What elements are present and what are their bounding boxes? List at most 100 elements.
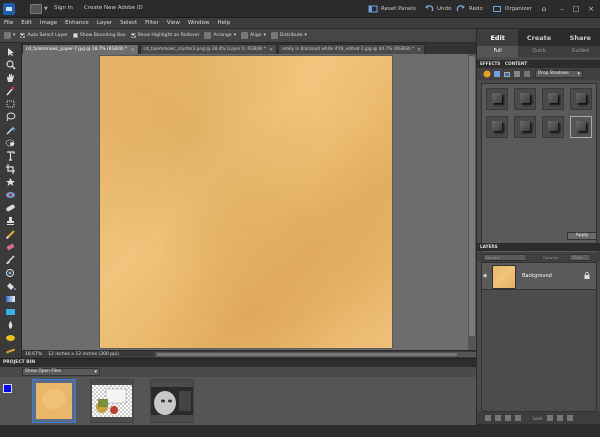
bin-thumbnail-cluster[interactable] bbox=[90, 379, 134, 423]
document-tab-cluster[interactable]: cd_talemmowc_cluster3.png @ 28.4% (Layer… bbox=[139, 44, 278, 54]
show-all-icon[interactable] bbox=[513, 70, 521, 78]
subtab-quick[interactable]: Quick bbox=[518, 46, 559, 57]
menu-layer[interactable]: Layer bbox=[97, 20, 112, 26]
bin-thumbnail-emily[interactable] bbox=[150, 379, 194, 423]
drop-shadow-swatch[interactable] bbox=[542, 88, 564, 110]
minimize-icon[interactable]: – bbox=[558, 5, 566, 13]
red-eye-tool-icon[interactable] bbox=[5, 190, 16, 200]
align-dropdown[interactable]: Align ▾ bbox=[241, 32, 266, 39]
effects-preset-icon[interactable] bbox=[523, 70, 531, 78]
bounding-box-option[interactable]: Show Bounding Box bbox=[72, 33, 126, 38]
tool-preset-picker[interactable]: ▾ bbox=[4, 32, 15, 39]
menu-view[interactable]: View bbox=[167, 20, 180, 26]
clone-stamp-tool-icon[interactable] bbox=[5, 216, 16, 226]
shape-tool-icon[interactable] bbox=[5, 307, 16, 317]
gradient-tool-icon[interactable] bbox=[5, 294, 16, 304]
horizontal-scrollbar[interactable] bbox=[155, 352, 476, 357]
menu-image[interactable]: Image bbox=[40, 20, 57, 26]
tab-create[interactable]: Create bbox=[518, 29, 559, 46]
maximize-icon[interactable]: □ bbox=[572, 5, 580, 13]
blur-tool-icon[interactable] bbox=[5, 320, 16, 330]
photo-effects-icon[interactable] bbox=[503, 70, 511, 78]
menu-enhance[interactable]: Enhance bbox=[65, 20, 89, 26]
magic-wand-tool-icon[interactable] bbox=[5, 125, 16, 135]
bounding-box-checkbox[interactable] bbox=[72, 33, 78, 38]
eraser-tool-icon[interactable] bbox=[5, 242, 16, 252]
marquee-tool-icon[interactable] bbox=[5, 99, 16, 109]
lock-all-icon[interactable] bbox=[557, 415, 564, 421]
foreground-color-swatch[interactable] bbox=[3, 384, 12, 393]
create-adobe-id-link[interactable]: Create New Adobe ID bbox=[84, 5, 143, 11]
drop-shadow-swatch[interactable] bbox=[486, 116, 508, 138]
show-files-dropdown[interactable]: Show Open Files ▾ bbox=[22, 368, 100, 376]
sponge-tool-icon[interactable] bbox=[5, 333, 16, 343]
reset-panels-button[interactable]: Reset Panels bbox=[368, 4, 416, 14]
organizer-button[interactable]: Organizer bbox=[492, 4, 532, 14]
menu-window[interactable]: Window bbox=[188, 20, 210, 26]
subtab-full[interactable]: Full bbox=[477, 46, 519, 57]
undo-button[interactable]: Undo bbox=[424, 4, 451, 14]
menu-help[interactable]: Help bbox=[218, 20, 231, 26]
lasso-tool-icon[interactable] bbox=[5, 112, 16, 122]
menu-select[interactable]: Select bbox=[120, 20, 137, 26]
chevron-down-icon[interactable]: ▼ bbox=[44, 6, 48, 12]
adjustment-layer-icon[interactable] bbox=[505, 415, 511, 421]
drop-shadow-swatch[interactable] bbox=[514, 116, 536, 138]
close-tab-icon[interactable]: × bbox=[269, 47, 273, 53]
new-layer-icon[interactable] bbox=[485, 415, 491, 421]
new-group-icon[interactable] bbox=[495, 415, 501, 421]
hand-tool-icon[interactable] bbox=[5, 73, 16, 83]
pencil-tool-icon[interactable] bbox=[5, 229, 16, 239]
type-tool-icon[interactable] bbox=[5, 151, 16, 161]
straighten-tool-icon[interactable] bbox=[5, 346, 16, 356]
subtab-guided[interactable]: Guided bbox=[560, 46, 600, 57]
sign-in-link[interactable]: Sign In bbox=[54, 5, 73, 11]
layer-mask-icon[interactable] bbox=[515, 415, 521, 421]
document-canvas[interactable] bbox=[100, 56, 392, 348]
highlight-option[interactable]: Show Highlight on Rollover bbox=[130, 33, 199, 38]
menu-filter[interactable]: Filter bbox=[145, 20, 159, 26]
menu-edit[interactable]: Edit bbox=[21, 20, 32, 26]
redo-button[interactable]: Redo bbox=[456, 4, 483, 14]
layer-row-background[interactable]: ◉ Background bbox=[481, 262, 597, 290]
layer-styles-icon[interactable] bbox=[493, 70, 501, 78]
visibility-eye-icon[interactable]: ◉ bbox=[483, 273, 489, 279]
brush-tool-icon[interactable] bbox=[5, 255, 16, 265]
auto-select-layer-checkbox[interactable] bbox=[20, 33, 26, 38]
cookie-cutter-tool-icon[interactable] bbox=[5, 177, 16, 187]
distribute-dropdown[interactable]: Distribute ▾ bbox=[270, 32, 307, 39]
quick-selection-tool-icon[interactable] bbox=[5, 138, 16, 148]
bin-thumbnail-paper[interactable] bbox=[32, 379, 76, 423]
apply-button[interactable]: Apply bbox=[567, 232, 597, 240]
home-icon[interactable]: ⌂ bbox=[540, 5, 548, 13]
close-tab-icon[interactable]: × bbox=[417, 47, 421, 53]
document-tab-paper[interactable]: cd_talemmowc_paper-7.jpg @ 18.7% (RGB/8)… bbox=[22, 44, 139, 54]
opacity-field[interactable]: 100% bbox=[569, 254, 591, 261]
drop-shadow-swatch-selected[interactable] bbox=[570, 116, 592, 138]
drop-shadow-swatch[interactable] bbox=[570, 88, 592, 110]
content-tab[interactable]: CONTENT bbox=[505, 61, 527, 66]
move-tool-icon[interactable] bbox=[5, 47, 16, 57]
effect-category-dropdown[interactable]: Drop Shadows ▾ bbox=[535, 70, 583, 78]
scroll-thumb[interactable] bbox=[469, 56, 475, 336]
tab-edit[interactable]: Edit bbox=[477, 29, 519, 46]
crop-tool-icon[interactable] bbox=[5, 164, 16, 174]
filters-icon[interactable] bbox=[483, 70, 491, 78]
drop-shadow-swatch[interactable] bbox=[542, 116, 564, 138]
spot-healing-brush-icon[interactable] bbox=[5, 203, 16, 213]
lock-pixels-icon[interactable] bbox=[547, 415, 554, 421]
delete-layer-icon[interactable] bbox=[567, 415, 574, 421]
arrange-dropdown[interactable]: Arrange ▾ bbox=[204, 32, 236, 39]
zoom-tool-icon[interactable] bbox=[5, 60, 16, 70]
tab-share[interactable]: Share bbox=[560, 29, 600, 46]
close-tab-icon[interactable]: × bbox=[130, 47, 134, 53]
zoom-level[interactable]: 18.67% bbox=[25, 352, 42, 357]
auto-select-layer-option[interactable]: Auto Select Layer bbox=[20, 33, 68, 38]
smart-brush-tool-icon[interactable] bbox=[5, 268, 16, 278]
drop-shadow-swatch[interactable] bbox=[486, 88, 508, 110]
highlight-checkbox[interactable] bbox=[130, 33, 136, 38]
view-menu-icon[interactable] bbox=[30, 4, 42, 14]
layer-name[interactable]: Background bbox=[522, 273, 552, 279]
blend-mode-dropdown[interactable]: Normal bbox=[483, 254, 527, 261]
document-tab-emily[interactable]: emily in blackand white #19_edited-1.jpg… bbox=[278, 44, 426, 54]
